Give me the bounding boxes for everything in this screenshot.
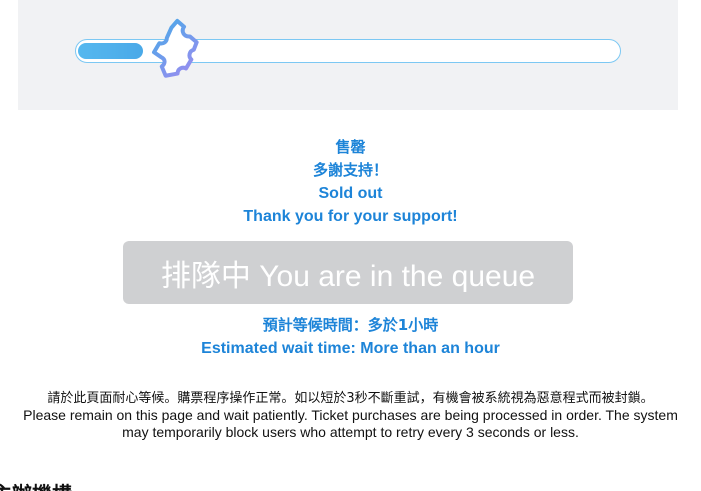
thanks-zh-text: 多謝支持！ <box>312 161 388 179</box>
wait-time-en-text: Estimated wait time: More than an hour <box>201 340 500 357</box>
organizer-heading: 主辦機構 <box>0 482 72 491</box>
wait-time-zh-text: 預計等候時間：多於1小時 <box>262 316 439 334</box>
sold-out-en-text: Sold out <box>318 185 383 202</box>
queue-progress-fill <box>78 43 143 59</box>
sold-out-zh-text: 售罄 <box>335 138 366 156</box>
retry-notice: 請於此頁面耐心等候。購票程序操作正常。如以短於3秒不斷重試，有機會被系統視為惡意… <box>18 390 683 441</box>
sold-out-status: 售罄 多謝支持！ Sold out Thank you for your sup… <box>0 136 701 228</box>
ticket-icon-graphic <box>151 18 199 78</box>
retry-notice-en-text: Please remain on this page and wait pati… <box>23 407 678 440</box>
retry-notice-zh-text: 請於此頁面耐心等候。購票程序操作正常。如以短於3秒不斷重試，有機會被系統視為惡意… <box>47 391 654 406</box>
thanks-en-text: Thank you for your support! <box>243 208 458 225</box>
queue-status-button[interactable]: 排隊中 You are in the queue <box>123 241 573 304</box>
queue-page: 售罄 多謝支持！ Sold out Thank you for your sup… <box>0 0 701 491</box>
ticket-icon <box>146 18 210 84</box>
progress-panel <box>18 0 678 110</box>
wait-time-block: 預計等候時間：多於1小時 Estimated wait time: More t… <box>0 314 701 360</box>
